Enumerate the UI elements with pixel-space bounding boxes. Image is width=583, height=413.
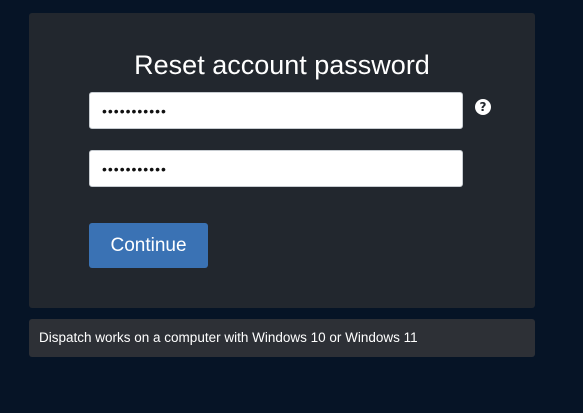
reset-password-card: Reset account password ? Continue bbox=[29, 13, 535, 308]
page: Reset account password ? Continue Dispat… bbox=[0, 0, 583, 413]
continue-button[interactable]: Continue bbox=[89, 223, 208, 268]
question-circle-icon[interactable]: ? bbox=[475, 99, 491, 115]
page-title: Reset account password bbox=[134, 50, 430, 80]
confirm-password-field[interactable] bbox=[89, 150, 463, 187]
system-requirements-notice: Dispatch works on a computer with Window… bbox=[29, 319, 535, 357]
new-password-field[interactable] bbox=[89, 92, 463, 129]
